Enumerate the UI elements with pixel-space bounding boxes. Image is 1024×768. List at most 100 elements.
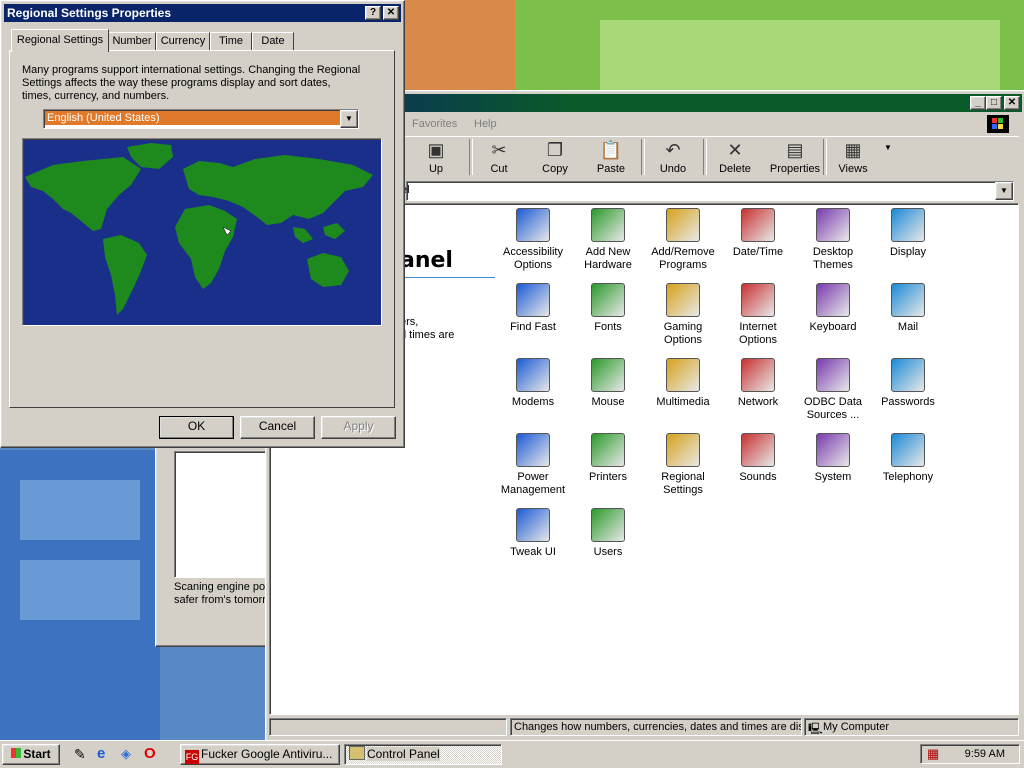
cancel-button[interactable]: Cancel <box>240 416 315 439</box>
help-button[interactable]: ? <box>365 6 381 20</box>
control-panel-item-label: Keyboard <box>809 321 857 333</box>
toolbar-cut-button[interactable]: ✂ Cut <box>473 139 525 175</box>
control-panel-item-label: Mail <box>897 321 919 333</box>
control-panel-item[interactable]: Passwords <box>871 358 945 409</box>
status-bar: Changes how numbers, currencies, dates a… <box>269 717 1019 737</box>
views-icon: ▦ <box>844 140 862 160</box>
control-panel-item[interactable]: Network <box>721 358 795 409</box>
control-panel-icon <box>349 746 365 760</box>
toolbar-undo-button[interactable]: ↶ Undo <box>647 139 699 175</box>
toolbar-copy-button[interactable]: ❐ Copy <box>529 139 581 175</box>
control-panel-item[interactable]: System <box>796 433 870 484</box>
mail-icon <box>891 283 925 317</box>
tab-currency[interactable]: Currency <box>156 32 210 51</box>
control-panel-item[interactable]: Printers <box>571 433 645 484</box>
apply-button[interactable]: Apply <box>321 416 396 439</box>
scissors-icon: ✂ <box>491 140 507 160</box>
antivirus-window[interactable]: Scaning engine pou safer from's tomorro <box>155 440 275 647</box>
sounds-icon <box>741 433 775 467</box>
windows-logo-icon <box>987 115 1009 133</box>
quicklaunch-edit-icon[interactable]: ✎ <box>74 746 86 763</box>
clock[interactable]: 9:59 AM <box>965 748 1005 760</box>
address-field[interactable]: el ▼ <box>401 181 1014 201</box>
taskbar: Start ✎ e ◈ O FG Fucker Google Antiviru..… <box>0 740 1024 768</box>
locale-value: English (United States) <box>45 111 340 125</box>
locale-dropdown-button[interactable]: ▼ <box>340 110 358 128</box>
computer-icon: 🖳 <box>808 723 823 735</box>
undo-icon: ↶ <box>665 140 681 160</box>
copy-icon: ❐ <box>546 140 564 160</box>
toolbar-up-button[interactable]: ▣ Up <box>410 139 462 175</box>
toolbar-views-button[interactable]: ▦ Views <box>827 139 879 175</box>
control-panel-item-label: Modems <box>511 396 555 408</box>
control-panel-item-label: Display <box>889 246 927 258</box>
control-panel-item-label: Fonts <box>594 321 622 333</box>
tab-regional-settings[interactable]: Regional Settings <box>11 29 109 52</box>
control-panel-item[interactable]: Date/Time <box>721 208 795 259</box>
address-dropdown-button[interactable]: ▼ <box>995 182 1013 200</box>
control-panel-item[interactable]: Power Management <box>496 433 570 497</box>
maximize-button[interactable]: □ <box>986 96 1002 110</box>
dialog-titlebar[interactable]: Regional Settings Properties ? ✕ <box>4 4 401 22</box>
toolbar-delete-button[interactable]: ✕ Delete <box>709 139 761 175</box>
paste-icon: 📋 <box>599 140 623 160</box>
control-panel-item[interactable]: Telephony <box>871 433 945 484</box>
quicklaunch-ie-icon[interactable]: e <box>97 745 105 762</box>
control-panel-item-label: Passwords <box>881 396 935 408</box>
tray-scheduler-icon[interactable]: ▦ <box>927 746 939 762</box>
ok-button[interactable]: OK <box>159 416 234 439</box>
system-tray: ▦ 9:59 AM <box>920 744 1020 764</box>
control-panel-item[interactable]: Find Fast <box>496 283 570 334</box>
control-panel-item[interactable]: Add New Hardware <box>571 208 645 272</box>
task-control-panel[interactable]: Control Panel <box>344 744 502 765</box>
toolbar-properties-button[interactable]: ▤ Properties <box>765 139 825 175</box>
control-panel-item[interactable]: Regional Settings <box>646 433 720 497</box>
control-panel-item-label: Add New Hardware <box>584 246 632 271</box>
control-panel-item-label: Users <box>593 546 623 558</box>
internet-options-icon <box>741 283 775 317</box>
start-button[interactable]: Start <box>2 744 60 765</box>
world-map[interactable] <box>22 138 382 326</box>
tab-time[interactable]: Time <box>210 32 252 51</box>
control-panel-item[interactable]: Display <box>871 208 945 259</box>
odbc-icon <box>816 358 850 392</box>
control-panel-item[interactable]: Add/Remove Programs <box>646 208 720 272</box>
views-dropdown-arrow-icon[interactable]: ▼ <box>884 143 892 152</box>
control-panel-item[interactable]: Sounds <box>721 433 795 484</box>
control-panel-item[interactable]: Tweak UI <box>496 508 570 559</box>
control-panel-item[interactable]: Gaming Options <box>646 283 720 347</box>
start-logo-icon <box>11 748 22 758</box>
control-panel-item-label: Network <box>737 396 779 408</box>
up-folder-icon: ▣ <box>427 140 445 160</box>
tab-date[interactable]: Date <box>252 32 294 51</box>
control-panel-item[interactable]: Users <box>571 508 645 559</box>
control-panel-item[interactable]: Keyboard <box>796 283 870 334</box>
tab-number[interactable]: Number <box>108 32 156 51</box>
regional-settings-dialog[interactable]: Regional Settings Properties ? ✕ Regiona… <box>0 0 405 448</box>
quicklaunch-desktop-icon[interactable]: ◈ <box>121 746 131 762</box>
quicklaunch-opera-icon[interactable]: O <box>144 745 156 762</box>
control-panel-item[interactable]: Modems <box>496 358 570 409</box>
description-text: Many programs support international sett… <box>22 64 361 102</box>
display-icon <box>891 208 925 242</box>
control-panel-item[interactable]: Internet Options <box>721 283 795 347</box>
wallpaper-green-light <box>600 20 1000 90</box>
menu-favorites[interactable]: Favorites <box>412 118 457 130</box>
control-panel-item[interactable]: Desktop Themes <box>796 208 870 272</box>
tweak-ui-icon <box>516 508 550 542</box>
control-panel-item[interactable]: Mail <box>871 283 945 334</box>
dialog-close-button[interactable]: ✕ <box>383 6 399 20</box>
control-panel-item-label: Desktop Themes <box>812 246 854 271</box>
toolbar-paste-button[interactable]: 📋 Paste <box>585 139 637 175</box>
control-panel-item[interactable]: Mouse <box>571 358 645 409</box>
minimize-button[interactable]: _ <box>970 96 986 110</box>
control-panel-item-label: Find Fast <box>510 321 556 333</box>
control-panel-item[interactable]: Accessibility Options <box>496 208 570 272</box>
close-button[interactable]: ✕ <box>1004 96 1020 110</box>
control-panel-item[interactable]: Multimedia <box>646 358 720 409</box>
locale-select[interactable]: English (United States) ▼ <box>43 109 359 129</box>
task-antivirus[interactable]: FG Fucker Google Antiviru... <box>180 744 340 765</box>
menu-help[interactable]: Help <box>474 118 497 130</box>
control-panel-item[interactable]: Fonts <box>571 283 645 334</box>
control-panel-item[interactable]: ODBC Data Sources ... <box>796 358 870 422</box>
